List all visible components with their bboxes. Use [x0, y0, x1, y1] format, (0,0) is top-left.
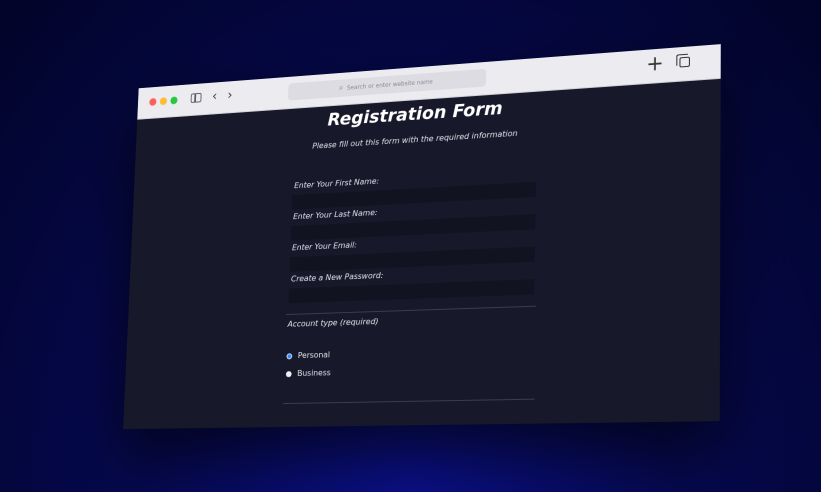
account-option-label: Business: [297, 368, 331, 378]
new-tab-icon[interactable]: +: [646, 51, 664, 75]
back-icon[interactable]: ‹: [212, 90, 218, 104]
browser-window: ‹ › ⌕ + Registration Form Please fill ou…: [123, 44, 721, 429]
account-option-business[interactable]: Business: [286, 368, 331, 378]
section-divider-top: [286, 306, 536, 315]
section-divider-bottom: [283, 399, 534, 404]
page-content: Registration Form Please fill out this f…: [123, 79, 721, 430]
account-option-personal[interactable]: Personal: [286, 350, 330, 360]
email-label: Enter Your Email:: [292, 241, 357, 253]
maximize-window-button[interactable]: [170, 96, 177, 104]
account-option-label: Personal: [298, 350, 330, 360]
address-bar[interactable]: ⌕: [288, 69, 486, 101]
radio-personal[interactable]: [286, 353, 292, 359]
account-type-label: Account type (required): [287, 317, 378, 329]
last-name-label: Enter Your Last Name:: [293, 208, 378, 221]
url-input[interactable]: [347, 78, 433, 91]
minimize-window-button[interactable]: [160, 97, 167, 105]
close-window-button[interactable]: [149, 98, 156, 106]
radio-business[interactable]: [286, 371, 292, 377]
search-icon: ⌕: [339, 83, 343, 93]
stage: ‹ › ⌕ + Registration Form Please fill ou…: [0, 0, 821, 492]
tab-overview-icon[interactable]: [679, 57, 690, 68]
password-label: Create a New Password:: [291, 271, 384, 284]
password-input[interactable]: [288, 279, 534, 303]
sidebar-icon[interactable]: [191, 93, 202, 103]
forward-icon[interactable]: ›: [227, 89, 233, 103]
first-name-label: Enter Your First Name:: [294, 177, 379, 191]
